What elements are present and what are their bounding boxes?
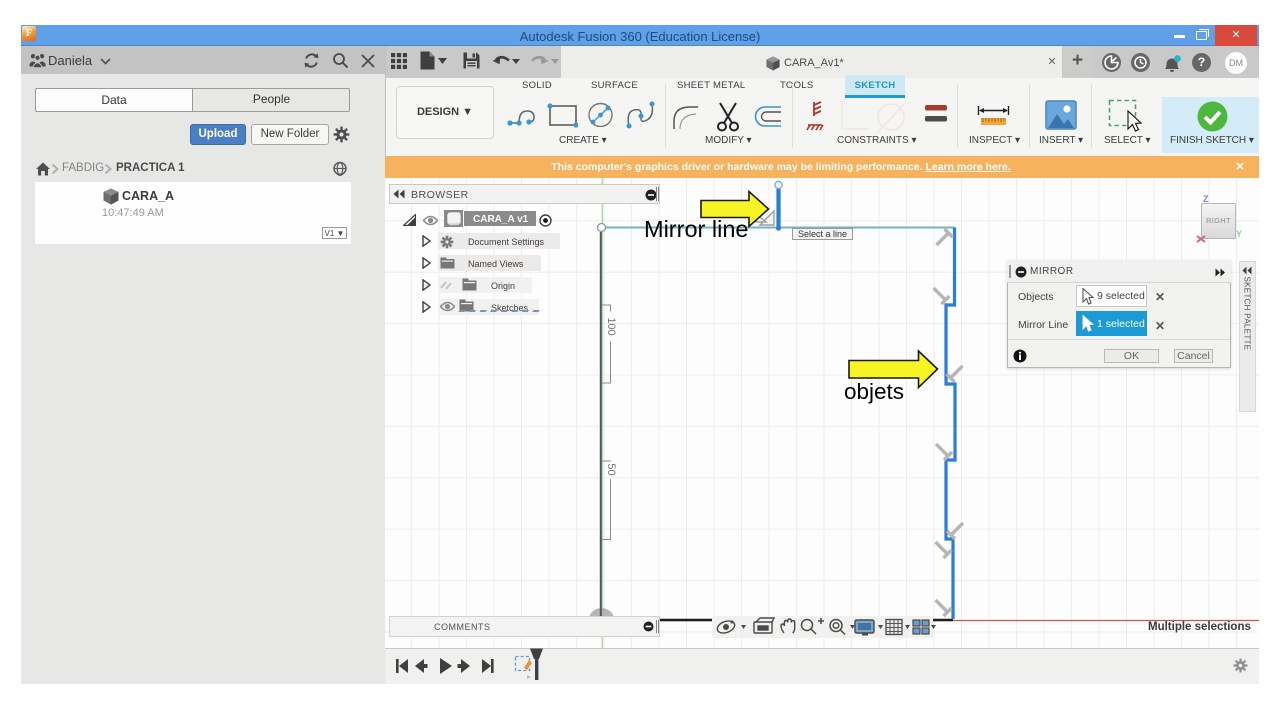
svg-text:100: 100 — [605, 317, 617, 335]
svg-text:Z: Z — [1203, 194, 1209, 204]
svg-text:50: 50 — [605, 463, 617, 475]
svg-text:Y: Y — [1236, 229, 1242, 239]
